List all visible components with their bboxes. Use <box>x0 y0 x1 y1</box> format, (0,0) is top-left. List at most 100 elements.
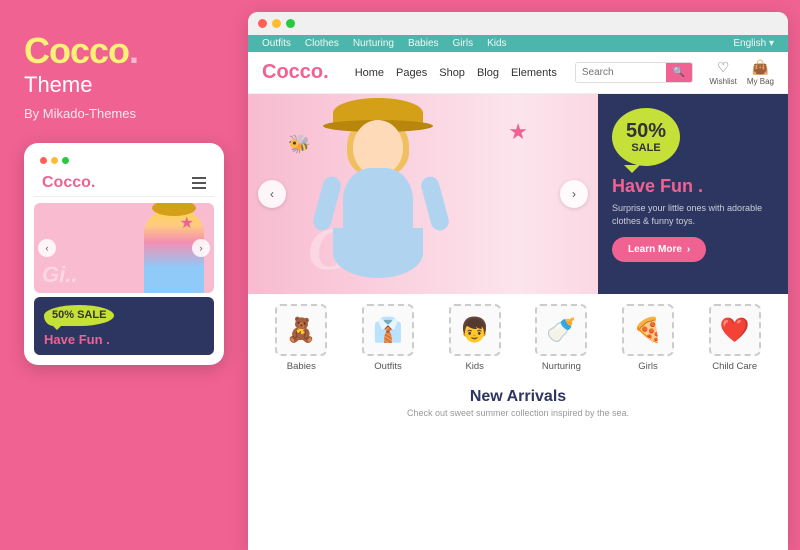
nav-logo-text: Cocco <box>262 61 323 83</box>
new-arrivals-subtitle: Check out sweet summer collection inspir… <box>262 408 774 418</box>
brand-dot: . <box>129 30 138 71</box>
outfits-label: Outfits <box>374 361 401 372</box>
arrow-icon: › <box>687 244 690 255</box>
category-outfits[interactable]: 👔 Outfits <box>349 304 428 372</box>
mockup-prev-button[interactable]: ‹ <box>38 239 56 257</box>
girl-skirt <box>333 228 423 278</box>
hero-title-dot: . <box>693 176 703 196</box>
mockup-have-fun-dot: . <box>103 332 110 347</box>
hero-title: Have Fun . <box>612 176 774 197</box>
bag-button[interactable]: 👜 My Bag <box>747 59 774 86</box>
top-nav-babies[interactable]: Babies <box>408 38 439 49</box>
girl-right-arm <box>419 175 451 233</box>
hero-section: Gi.. 🐝 ★ ‹ › 50% SALE Have Fun . Surpris… <box>248 94 788 294</box>
mockup-logo-dot: . <box>91 174 95 191</box>
browser-chrome <box>248 12 788 35</box>
nav-logo: Cocco. <box>262 61 329 84</box>
nav-shop[interactable]: Shop <box>439 67 465 79</box>
girl-left-arm <box>311 175 343 233</box>
girls-icon: 🍕 <box>633 316 663 345</box>
mockup-sale-bubble: 50% SALE <box>44 305 114 326</box>
mockup-g-text: Gi.. <box>42 262 77 288</box>
top-nav-girls[interactable]: Girls <box>453 38 474 49</box>
mockup-dot-green <box>62 157 69 164</box>
nurturing-icon-box: 🍼 <box>535 304 587 356</box>
nav-links: Home Pages Shop Blog Elements <box>355 67 559 79</box>
language-selector[interactable]: English ▾ <box>733 38 774 49</box>
search-box[interactable]: 🔍 <box>575 62 693 83</box>
category-childcare[interactable]: ❤️ Child Care <box>695 304 774 372</box>
top-nav-kids[interactable]: Kids <box>487 38 506 49</box>
sale-text: SALE <box>631 142 660 154</box>
childcare-icon-box: ❤️ <box>709 304 761 356</box>
theme-label: Theme <box>24 72 224 98</box>
browser-dot-yellow[interactable] <box>272 19 281 28</box>
hero-prev-button[interactable]: ‹ <box>258 180 286 208</box>
learn-more-button[interactable]: Learn More › <box>612 237 706 262</box>
mockup-star-icon: ★ <box>180 213 194 233</box>
kids-icon-box: 👦 <box>449 304 501 356</box>
mockup-sale-text: SALE <box>77 309 106 321</box>
mockup-header: Cocco. <box>34 170 214 197</box>
outfits-icon-box: 👔 <box>362 304 414 356</box>
sale-bubble: 50% SALE <box>612 108 680 166</box>
nurturing-icon: 🍼 <box>546 316 576 345</box>
mockup-next-button[interactable]: › <box>192 239 210 257</box>
new-arrivals-title: New Arrivals <box>262 388 774 406</box>
mockup-logo-text: Cocco <box>42 174 91 191</box>
left-panel: Cocco. Theme By Mikado-Themes Cocco. Gi.… <box>0 0 248 550</box>
outfits-icon: 👔 <box>373 316 403 345</box>
girls-label: Girls <box>638 361 658 372</box>
babies-icon: 🧸 <box>286 316 316 345</box>
hamburger-icon[interactable] <box>192 177 206 189</box>
mockup-hero: Gi.. ★ ‹ › <box>34 203 214 293</box>
nav-pages[interactable]: Pages <box>396 67 427 79</box>
brand-section: Cocco. Theme By Mikado-Themes <box>24 30 224 121</box>
by-label: By Mikado-Themes <box>24 106 224 121</box>
category-nurturing[interactable]: 🍼 Nurturing <box>522 304 601 372</box>
brand-name: Cocco. <box>24 30 224 72</box>
mockup-dark-section: 50% SALE Have Fun . <box>34 297 214 355</box>
star-icon: ★ <box>508 119 528 145</box>
brand-name-text: Cocco <box>24 30 129 71</box>
hero-girl <box>298 98 458 294</box>
nurturing-label: Nurturing <box>542 361 581 372</box>
kids-icon: 👦 <box>460 316 490 345</box>
wishlist-button[interactable]: ♡ Wishlist <box>709 59 737 86</box>
heart-icon: ♡ <box>717 59 730 76</box>
wishlist-label: Wishlist <box>709 77 737 86</box>
babies-icon-box: 🧸 <box>275 304 327 356</box>
hero-next-button[interactable]: › <box>560 180 588 208</box>
childcare-label: Child Care <box>712 361 757 372</box>
nav-elements[interactable]: Elements <box>511 67 557 79</box>
top-nav-nurturing[interactable]: Nurturing <box>353 38 394 49</box>
babies-label: Babies <box>287 361 316 372</box>
top-nav-clothes[interactable]: Clothes <box>305 38 339 49</box>
search-button[interactable]: 🔍 <box>666 63 692 82</box>
nav-home[interactable]: Home <box>355 67 384 79</box>
hero-description: Surprise your little ones with adorable … <box>612 202 774 227</box>
mockup-sale-percent: 50% <box>52 309 74 321</box>
browser-dot-green[interactable] <box>286 19 295 28</box>
category-kids[interactable]: 👦 Kids <box>435 304 514 372</box>
categories-row: 🧸 Babies 👔 Outfits 👦 Kids 🍼 Nurturing 🍕 <box>248 294 788 382</box>
main-nav: Cocco. Home Pages Shop Blog Elements 🔍 ♡… <box>248 52 788 94</box>
category-girls[interactable]: 🍕 Girls <box>609 304 688 372</box>
mockup-dot-yellow <box>51 157 58 164</box>
nav-blog[interactable]: Blog <box>477 67 499 79</box>
hero-dark-section: 50% SALE Have Fun . Surprise your little… <box>598 94 788 294</box>
browser-dot-red[interactable] <box>258 19 267 28</box>
girls-icon-box: 🍕 <box>622 304 674 356</box>
bag-icon: 👜 <box>752 59 769 76</box>
mockup-have-fun-text: Have Fun <box>44 332 103 347</box>
category-babies[interactable]: 🧸 Babies <box>262 304 341 372</box>
top-nav: Outfits Clothes Nurturing Babies Girls K… <box>248 35 788 52</box>
nav-logo-dot: . <box>323 61 329 83</box>
nav-actions: ♡ Wishlist 👜 My Bag <box>709 59 774 86</box>
top-nav-outfits[interactable]: Outfits <box>262 38 291 49</box>
mockup-dots <box>34 153 214 170</box>
new-arrivals-section: New Arrivals Check out sweet summer coll… <box>248 382 788 422</box>
hero-title-text: Have Fun <box>612 176 693 196</box>
learn-more-label: Learn More <box>628 244 682 255</box>
search-input[interactable] <box>576 63 666 82</box>
